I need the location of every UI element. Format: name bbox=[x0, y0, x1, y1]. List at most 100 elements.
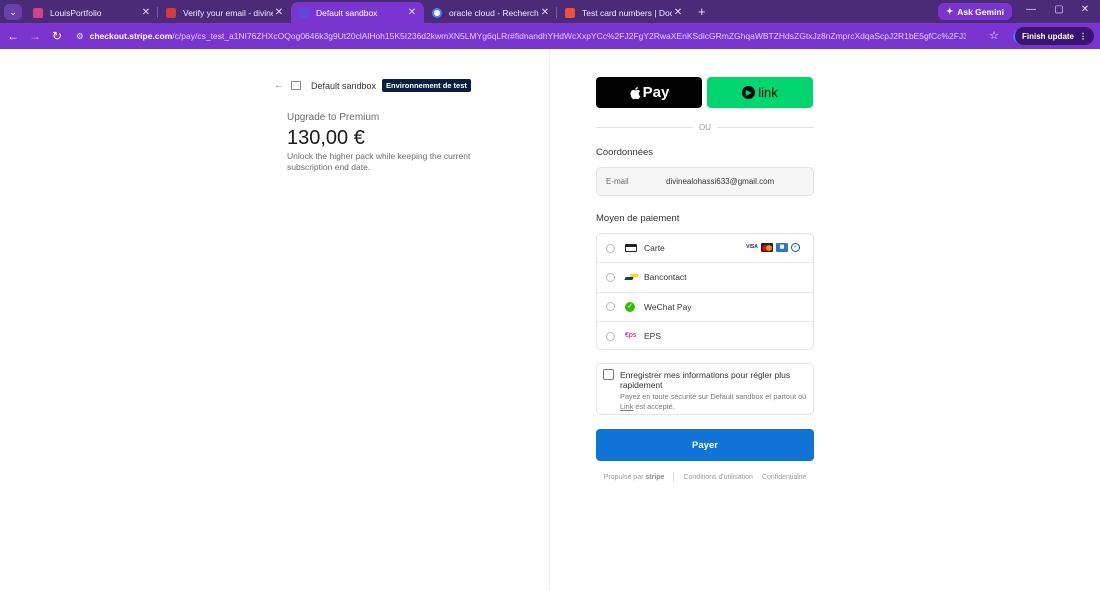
gmail-favicon-icon bbox=[166, 7, 176, 18]
merchant-name: Default sandbox bbox=[311, 80, 377, 91]
back-arrow-icon[interactable]: ← bbox=[2, 29, 24, 43]
url-domain: checkout.stripe.com bbox=[89, 31, 173, 41]
or-separator: OU bbox=[699, 123, 711, 132]
card-brands: VISA ▦ ◐ bbox=[746, 243, 800, 252]
close-tab-icon[interactable]: ✕ bbox=[273, 7, 285, 18]
close-tab-icon[interactable]: ✕ bbox=[672, 7, 684, 18]
payment-method-wechat[interactable]: ✓ WeChat Pay bbox=[597, 293, 813, 322]
bookmark-star-icon[interactable]: ☆ bbox=[989, 29, 999, 42]
tab-louisportfolio[interactable]: LouisPortfolio ✕ bbox=[25, 2, 158, 23]
new-tab-button[interactable]: + bbox=[690, 4, 714, 23]
tab-default-sandbox[interactable]: Default sandbox ✕ bbox=[291, 2, 424, 23]
louisportfolio-favicon-icon bbox=[33, 7, 43, 18]
privacy-link[interactable]: Confidentialité bbox=[762, 474, 806, 481]
card-icon bbox=[625, 244, 637, 253]
apple-logo-icon bbox=[630, 86, 640, 99]
tab-label: Test card numbers | Documentation bbox=[582, 7, 672, 18]
payment-method-bancontact[interactable]: Bancontact bbox=[597, 263, 813, 293]
stripe-logo: stripe bbox=[645, 473, 665, 481]
save-info-checkbox[interactable] bbox=[603, 369, 614, 380]
order-summary-pane bbox=[0, 49, 549, 591]
tab-label: oracle cloud - Recherche Google bbox=[449, 7, 539, 18]
back-arrow-icon[interactable]: ← bbox=[274, 80, 286, 91]
ask-gemini-label: Ask Gemini bbox=[957, 6, 1004, 17]
close-tab-icon[interactable]: ✕ bbox=[406, 7, 418, 18]
powered-by-prefix: Propulsé par bbox=[603, 473, 644, 481]
ask-gemini-button[interactable]: ✦ Ask Gemini bbox=[938, 3, 1012, 20]
tab-test-card-numbers[interactable]: Test card numbers | Documentation ✕ bbox=[557, 2, 690, 23]
divider-line bbox=[596, 127, 693, 128]
tab-label: Default sandbox bbox=[316, 7, 378, 18]
radio-button[interactable] bbox=[606, 243, 615, 253]
save-info-box: Enregistrer mes informations pour régler… bbox=[596, 363, 814, 415]
email-label: E-mail bbox=[606, 177, 629, 186]
tab-verify-email[interactable]: Verify your email - divinealohassi ✕ bbox=[158, 2, 291, 23]
payment-method-card[interactable]: Carte VISA ▦ ◐ bbox=[597, 234, 813, 264]
url-field[interactable]: ⚙ checkout.stripe.com/c/pay/cs_test_a1NI… bbox=[76, 31, 966, 42]
powered-by[interactable]: Propulsé par stripe bbox=[604, 474, 665, 481]
method-label: EPS bbox=[644, 331, 662, 342]
payment-methods-list: Carte VISA ▦ ◐ Bancontact ✓ WeChat Pay €… bbox=[596, 233, 814, 350]
finish-update-button[interactable]: Finish update ⋮ bbox=[1015, 27, 1094, 45]
close-window-icon[interactable]: ✕ bbox=[1078, 4, 1092, 15]
visa-icon: VISA bbox=[746, 244, 758, 250]
link-inline-link[interactable]: Link bbox=[620, 402, 633, 411]
pane-divider bbox=[549, 49, 550, 591]
method-label: Bancontact bbox=[644, 272, 687, 283]
close-tab-icon[interactable]: ✕ bbox=[140, 7, 152, 18]
mastercard-icon bbox=[761, 243, 773, 252]
divider-line bbox=[717, 127, 814, 128]
docs-favicon-icon bbox=[565, 7, 575, 18]
email-field[interactable]: E-mail divinealohassi633@gmail.com bbox=[596, 167, 814, 196]
gemini-sparkle-icon: ✦ bbox=[946, 6, 954, 16]
save-info-sub-text: Payez en toute sécurité sur Default sand… bbox=[620, 392, 807, 401]
minimize-icon[interactable]: — bbox=[1024, 4, 1038, 15]
terms-link[interactable]: Conditions d'utilisation bbox=[683, 474, 752, 481]
tab-search-chevron-icon[interactable]: ⌄ bbox=[4, 4, 22, 20]
radio-button[interactable] bbox=[606, 272, 615, 282]
method-label: WeChat Pay bbox=[644, 301, 692, 312]
apple-pay-button[interactable]: Pay bbox=[596, 77, 702, 108]
payment-section-title: Moyen de paiement bbox=[596, 213, 680, 224]
radio-button[interactable] bbox=[606, 331, 615, 341]
method-label: Carte bbox=[644, 243, 665, 254]
link-arrow-icon: ▶ bbox=[742, 86, 756, 99]
url-path: /c/pay/cs_test_a1NI76ZHXcOQog0646k3g9Ut2… bbox=[172, 31, 966, 41]
product-description: Unlock the higher pack while keeping the… bbox=[287, 151, 471, 172]
product-name: Upgrade to Premium bbox=[287, 112, 380, 123]
test-mode-badge: Environnement de test bbox=[382, 79, 471, 92]
reload-icon[interactable]: ↻ bbox=[46, 29, 68, 43]
footer-separator bbox=[673, 472, 675, 482]
link-pay-button[interactable]: ▶ link bbox=[707, 77, 813, 108]
google-favicon-icon bbox=[432, 7, 442, 18]
contact-section-title: Coordonnées bbox=[596, 147, 654, 158]
tab-label: LouisPortfolio bbox=[50, 7, 102, 18]
product-price: 130,00 € bbox=[287, 127, 365, 149]
save-info-title: Enregistrer mes informations pour régler… bbox=[620, 370, 791, 390]
save-info-subtitle: Payez en toute sécurité sur Default sand… bbox=[620, 392, 810, 412]
amex-icon: ▦ bbox=[776, 243, 788, 252]
kebab-menu-icon: ⋮ bbox=[1079, 31, 1087, 41]
merchant-header: ← Default sandbox Environnement de test bbox=[274, 79, 471, 92]
pay-button[interactable]: Payer bbox=[596, 429, 814, 461]
link-label: link bbox=[758, 85, 778, 100]
payment-method-eps[interactable]: €ps EPS bbox=[597, 322, 813, 351]
tab-oracle-cloud[interactable]: oracle cloud - Recherche Google ✕ bbox=[424, 2, 557, 23]
eps-icon: €ps bbox=[625, 332, 637, 340]
tab-label: Verify your email - divinealohassi bbox=[183, 7, 273, 18]
apple-pay-label: Pay bbox=[642, 84, 670, 101]
bancontact-icon bbox=[624, 273, 639, 281]
store-icon bbox=[291, 81, 301, 90]
wechat-icon: ✓ bbox=[625, 301, 635, 312]
radio-button[interactable] bbox=[606, 302, 615, 312]
save-info-sub-text-end: est accepté. bbox=[633, 402, 675, 411]
address-toolbar: ← → ↻ ⚙ checkout.stripe.com/c/pay/cs_tes… bbox=[0, 23, 1100, 49]
stripe-favicon-icon bbox=[299, 7, 309, 18]
browser-tab-strip: ⌄ LouisPortfolio ✕ Verify your email - d… bbox=[0, 0, 1100, 23]
forward-arrow-icon[interactable]: → bbox=[24, 29, 46, 43]
finish-update-label: Finish update bbox=[1022, 31, 1074, 41]
site-settings-icon[interactable]: ⚙ bbox=[76, 31, 84, 42]
maximize-icon[interactable]: ▢ bbox=[1052, 4, 1066, 15]
checkout-footer: Propulsé par stripe Conditions d'utilisa… bbox=[596, 472, 814, 482]
close-tab-icon[interactable]: ✕ bbox=[539, 7, 551, 18]
